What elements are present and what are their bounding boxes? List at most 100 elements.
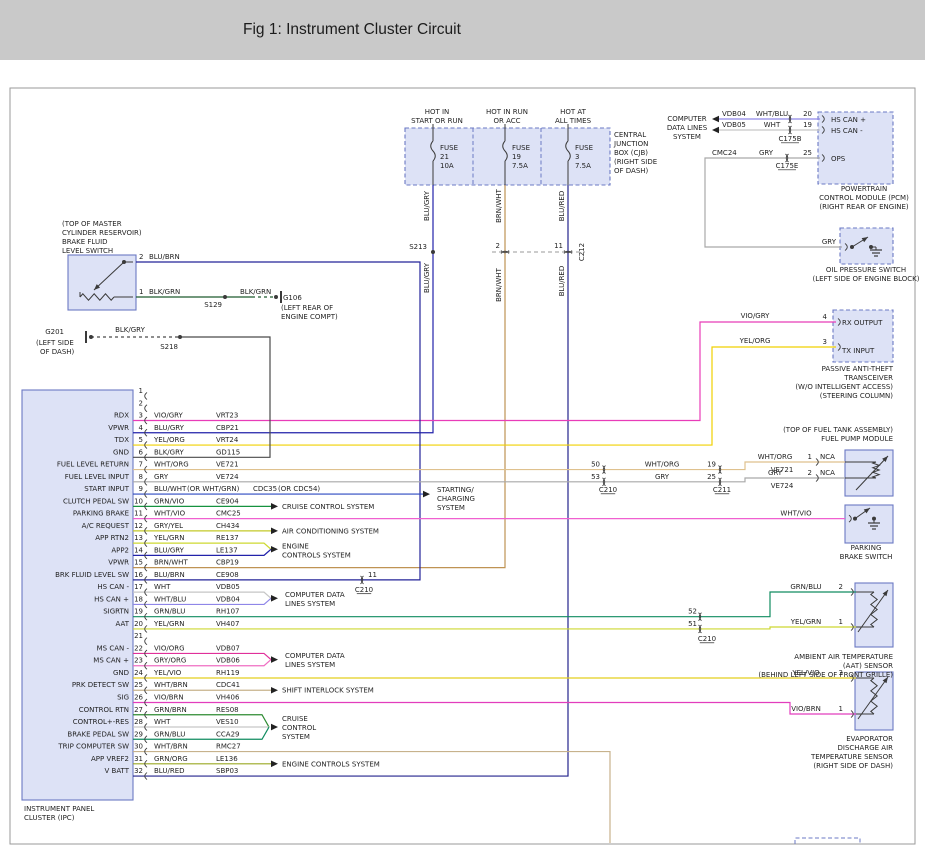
label: 10A bbox=[440, 162, 454, 170]
label: SYSTEM bbox=[282, 733, 310, 741]
label: EVAPORATOR bbox=[846, 735, 893, 743]
label: WHT/VIO bbox=[780, 510, 812, 518]
label: (STEERING COLUMN) bbox=[820, 392, 893, 400]
label: ENGINE COMPT) bbox=[281, 313, 338, 321]
label: FUEL PUMP MODULE bbox=[821, 435, 893, 443]
pin-label: BRK FLUID LEVEL SW bbox=[55, 571, 129, 579]
label: S129 bbox=[204, 301, 222, 309]
label: POWERTRAIN bbox=[841, 185, 887, 193]
label: (RIGHT SIDE bbox=[614, 158, 657, 166]
label: 1 bbox=[808, 453, 812, 461]
label: C175E bbox=[776, 162, 799, 170]
label: C210 bbox=[355, 586, 373, 594]
pin-label: VPWR bbox=[108, 559, 129, 567]
pin-number: 22 bbox=[134, 644, 143, 652]
label: BOX (CJB) bbox=[614, 149, 648, 157]
circuit-code: LE136 bbox=[216, 755, 238, 763]
label: HS CAN - bbox=[831, 127, 863, 135]
wire-color-code: GRN/ORG bbox=[154, 755, 188, 763]
label: YEL/VIO bbox=[791, 669, 820, 677]
pin-label: SIGRTN bbox=[103, 608, 129, 616]
label: HOT AT bbox=[560, 108, 587, 116]
label: 19 bbox=[803, 121, 812, 129]
label: YEL/GRN bbox=[790, 618, 821, 626]
label: CONTROL bbox=[282, 724, 316, 732]
label: 25 bbox=[803, 149, 812, 157]
label: WHT/ORG bbox=[645, 461, 680, 469]
wire-color-code: WHT/ORG bbox=[154, 461, 189, 469]
circuit-code: CMC25 bbox=[216, 510, 241, 518]
evap-sensor-box bbox=[855, 672, 893, 730]
label: OR ACC bbox=[493, 117, 520, 125]
label: (RIGHT REAR OF ENGINE) bbox=[819, 203, 909, 211]
circuit-code: CE904 bbox=[216, 497, 239, 505]
label: GRY bbox=[822, 238, 837, 246]
label: TEMPERATURE SENSOR bbox=[810, 753, 893, 761]
label: BLU/GRY bbox=[423, 262, 431, 293]
circuit-code: VRT23 bbox=[216, 412, 238, 420]
circuit-code: CBP21 bbox=[216, 424, 239, 432]
circuit-code: CE908 bbox=[216, 571, 239, 579]
pin-number: 5 bbox=[139, 436, 143, 444]
label: (TOP OF FUEL TANK ASSEMBLY) bbox=[783, 426, 893, 434]
label: AIR CONDITIONING SYSTEM bbox=[282, 527, 379, 535]
label: YEL/ORG bbox=[739, 337, 771, 345]
label: WHT/BLU bbox=[756, 110, 788, 118]
label: BRN/WHT bbox=[495, 188, 503, 222]
pin-number: 30 bbox=[134, 743, 143, 751]
wire-color-code: WHT/BLU bbox=[154, 595, 186, 603]
circuit-code: VDB07 bbox=[216, 644, 240, 652]
label: CRUISE CONTROL SYSTEM bbox=[282, 503, 374, 511]
circuit-code: VH406 bbox=[216, 694, 240, 702]
wire-color-code: BLU/RED bbox=[154, 767, 185, 775]
label: OIL PRESSURE SWITCH bbox=[826, 266, 906, 274]
circuit-code: CDC35 bbox=[253, 485, 277, 493]
label: ENGINE CONTROLS SYSTEM bbox=[282, 760, 380, 768]
label: INSTRUMENT PANEL bbox=[24, 805, 94, 813]
circuit-code: RH119 bbox=[216, 669, 240, 677]
circuit-code: CDC41 bbox=[216, 681, 240, 689]
pin-number: 23 bbox=[134, 657, 143, 665]
pin-number: 31 bbox=[134, 755, 143, 763]
circuit-code: CH434 bbox=[216, 522, 240, 530]
circuit-code: RE137 bbox=[216, 534, 239, 542]
pin-label: A/C REQUEST bbox=[82, 522, 130, 530]
label: HOT IN bbox=[425, 108, 450, 116]
wire-color-code: VIO/GRY bbox=[154, 412, 184, 420]
label: HOT IN RUN bbox=[486, 108, 528, 116]
pin-number: 32 bbox=[134, 767, 143, 775]
label: OPS bbox=[831, 155, 846, 163]
pin-label: GND bbox=[113, 669, 129, 677]
label: OF DASH) bbox=[40, 348, 75, 356]
label: RX OUTPUT bbox=[842, 319, 883, 327]
label: (LEFT REAR OF bbox=[281, 304, 333, 312]
parking-brake-switch-box bbox=[845, 505, 893, 543]
pin-label: TRIP COMPUTER SW bbox=[57, 743, 129, 751]
label: BLU/RED bbox=[558, 266, 566, 297]
circuit-code: VES10 bbox=[216, 718, 239, 726]
circuit-code: CBP19 bbox=[216, 559, 239, 567]
label: (LEFT SIDE OF ENGINE BLOCK) bbox=[813, 275, 920, 283]
label: COMPUTER DATA bbox=[285, 652, 345, 660]
label: GRY bbox=[768, 469, 783, 477]
label: TRANSCEIVER bbox=[843, 374, 893, 382]
label: 2 bbox=[496, 242, 500, 250]
label: (AAT) SENSOR bbox=[843, 662, 893, 670]
wire-color-code: WHT/BRN bbox=[154, 743, 188, 751]
label: 19 bbox=[512, 153, 521, 161]
pin-label: GND bbox=[113, 448, 129, 456]
wire-color-code: YEL/VIO bbox=[153, 669, 182, 677]
pin-label: PARKING BRAKE bbox=[73, 510, 129, 518]
wire-color-code: BLK/GRY bbox=[154, 448, 184, 456]
g106-dot bbox=[274, 295, 278, 299]
wire-color-code: YEL/ORG bbox=[153, 436, 185, 444]
wire-color-code: WHT bbox=[154, 583, 171, 591]
label: 1 bbox=[839, 705, 843, 713]
wire-color-code: YEL/GRN bbox=[153, 620, 184, 628]
label: 11 bbox=[554, 242, 563, 250]
label: NCA bbox=[820, 453, 835, 461]
pin-label: CONTROL+-RES bbox=[73, 718, 130, 726]
label: 4 bbox=[823, 313, 828, 321]
pin-label: V BATT bbox=[105, 767, 130, 775]
pin-number: 16 bbox=[134, 571, 143, 579]
